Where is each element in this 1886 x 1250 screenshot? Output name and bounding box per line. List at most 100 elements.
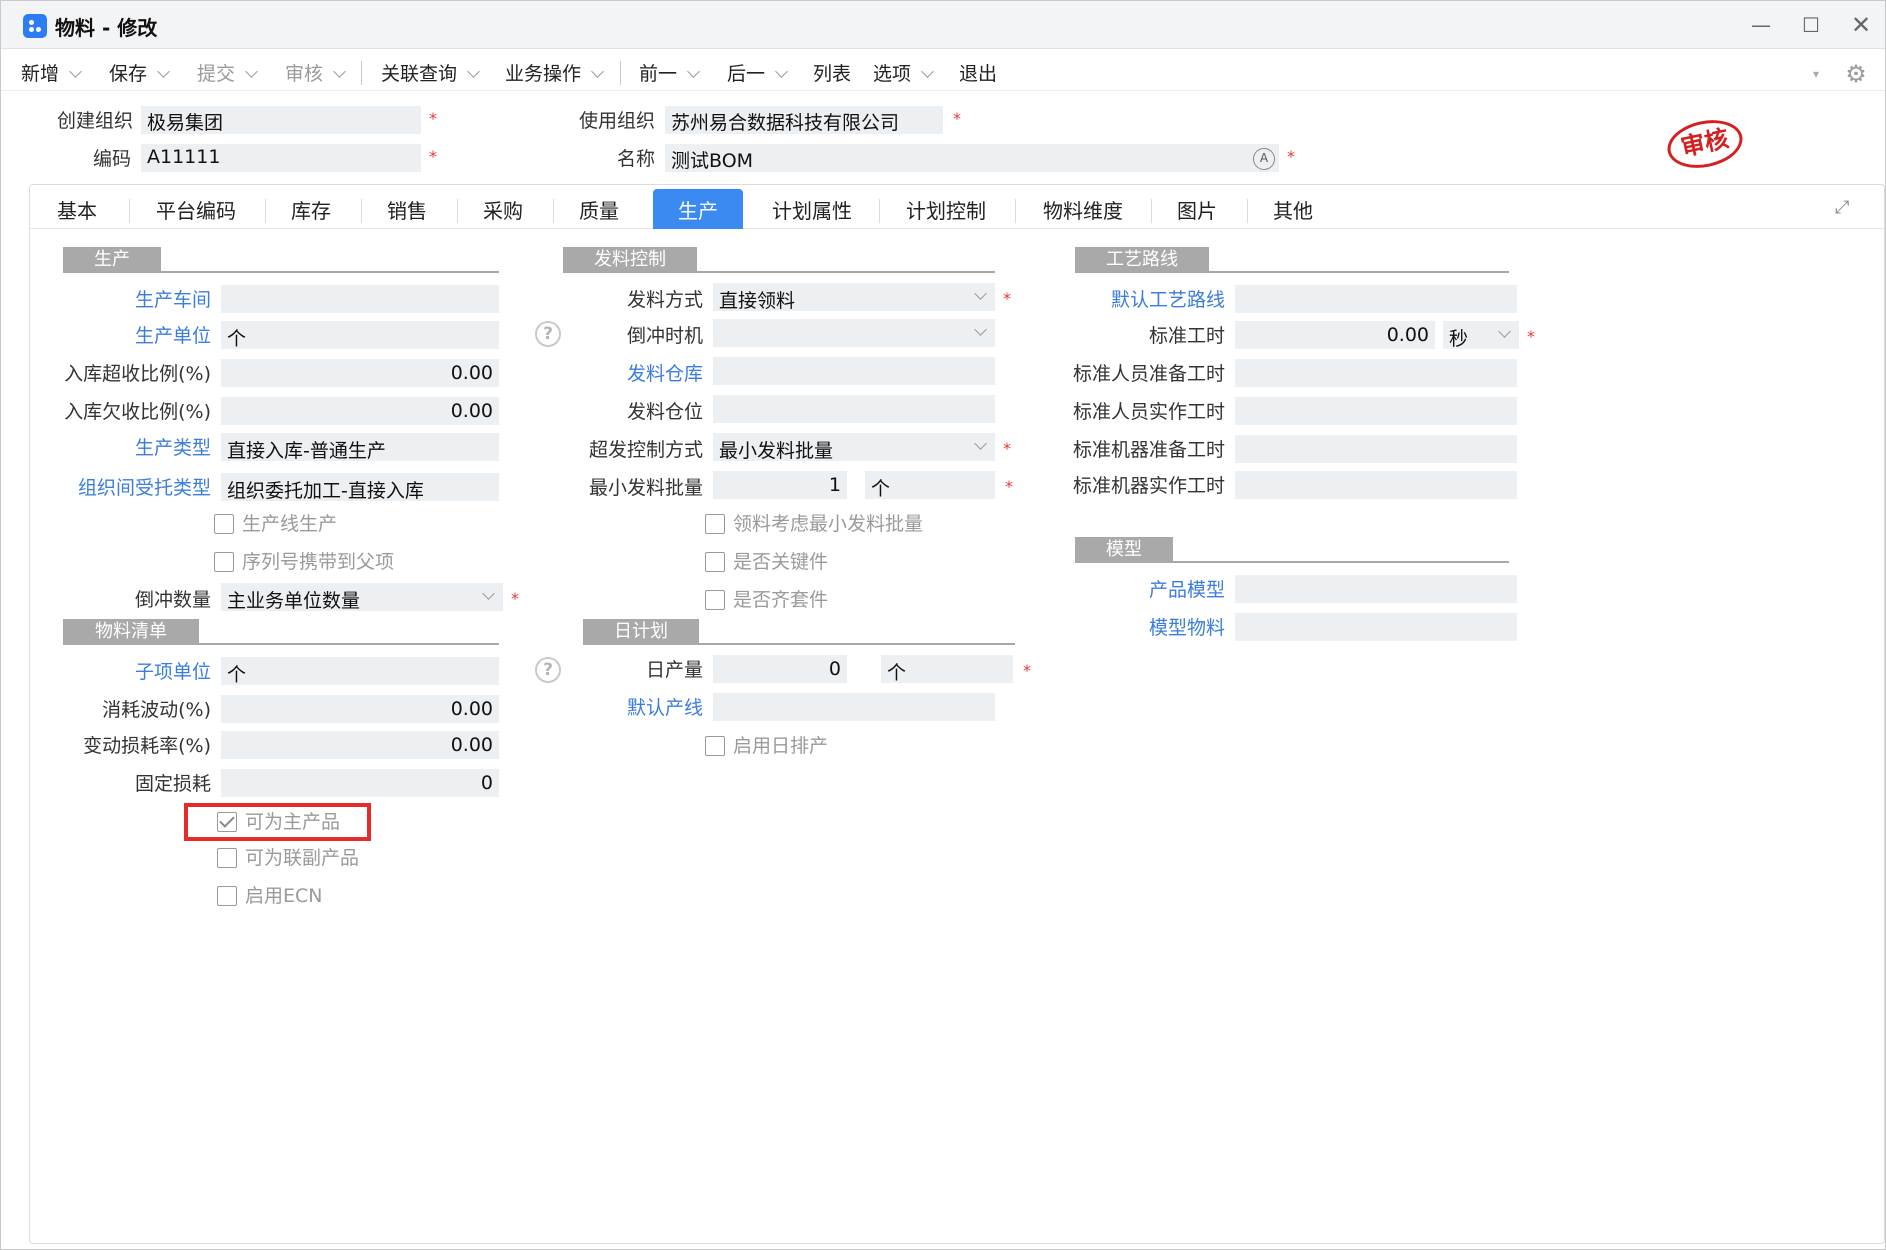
workshop-field[interactable]: [221, 285, 499, 313]
multilang-icon[interactable]: A: [1253, 148, 1275, 170]
checkbox-box[interactable]: [705, 736, 725, 756]
default-routing-label[interactable]: 默认工艺路线: [1061, 285, 1225, 312]
tab-inventory[interactable]: 库存: [277, 189, 345, 229]
close-button[interactable]: ✕: [1847, 11, 1875, 39]
serial-carry-checkbox[interactable]: 序列号携带到父项: [214, 547, 394, 574]
maximize-button[interactable]: ☐: [1797, 11, 1825, 39]
tab-quality[interactable]: 质量: [565, 189, 633, 229]
inter-org-type-field[interactable]: 组织委托加工-直接入库: [221, 473, 499, 501]
chevron-down-icon[interactable]: [333, 65, 346, 78]
tab-basic[interactable]: 基本: [45, 189, 109, 229]
inter-org-type-label[interactable]: 组织间受托类型: [41, 473, 211, 500]
backflush-time-select[interactable]: [713, 319, 995, 347]
standard-time-field[interactable]: 0.00: [1235, 321, 1435, 349]
backflush-qty-select[interactable]: 主业务单位数量: [221, 583, 503, 611]
issue-warehouse-label[interactable]: 发料仓库: [541, 359, 703, 386]
checkbox-box[interactable]: [214, 552, 234, 572]
use-org-field[interactable]: 苏州易合数据科技有限公司: [665, 106, 943, 134]
exit-button[interactable]: 退出: [959, 59, 997, 86]
chevron-down-icon[interactable]: [687, 65, 700, 78]
variable-loss-rate-field[interactable]: 0.00: [221, 731, 499, 759]
code-field[interactable]: A11111: [141, 144, 421, 172]
chevron-down-icon[interactable]: [974, 437, 987, 450]
chevron-down-icon[interactable]: [974, 323, 987, 336]
save-button[interactable]: 保存: [109, 59, 170, 86]
consider-min-batch-checkbox[interactable]: 领料考虑最小发料批量: [705, 509, 923, 536]
min-issue-batch-unit-field[interactable]: 个: [865, 471, 995, 499]
tab-other[interactable]: 其他: [1259, 189, 1327, 229]
default-line-field[interactable]: [713, 693, 995, 721]
std-labor-prep-field[interactable]: [1235, 359, 1517, 387]
chevron-down-icon[interactable]: [921, 65, 934, 78]
chevron-down-icon[interactable]: [69, 65, 82, 78]
name-field[interactable]: 测试BOM: [665, 144, 1279, 172]
sub-unit-label[interactable]: 子项单位: [41, 657, 211, 684]
tab-images[interactable]: 图片: [1163, 189, 1231, 229]
over-issue-method-select[interactable]: 最小发料批量: [713, 433, 995, 461]
chevron-down-icon[interactable]: [1498, 325, 1511, 338]
tab-platform-code[interactable]: 平台编码: [141, 189, 251, 229]
previous-button[interactable]: 前一: [639, 59, 700, 86]
enable-daily-schedule-checkbox[interactable]: 启用日排产: [705, 731, 828, 758]
related-query-button[interactable]: 关联查询: [381, 59, 480, 86]
checkbox-box[interactable]: [217, 886, 237, 906]
tab-material-dimension[interactable]: 物料维度: [1027, 189, 1139, 229]
tab-production[interactable]: 生产: [653, 189, 743, 229]
production-unit-field[interactable]: 个: [221, 321, 499, 349]
options-button[interactable]: 选项: [873, 59, 934, 86]
min-issue-batch-field[interactable]: 1: [713, 471, 847, 499]
checkbox-box[interactable]: [705, 514, 725, 534]
daily-output-field[interactable]: 0: [713, 655, 847, 683]
gear-icon[interactable]: ⚙: [1843, 61, 1869, 87]
checkbox-box[interactable]: [217, 848, 237, 868]
std-machine-prep-field[interactable]: [1235, 435, 1517, 463]
fixed-loss-field[interactable]: 0: [221, 769, 499, 797]
under-receipt-ratio-field[interactable]: 0.00: [221, 397, 499, 425]
tab-plan-attributes[interactable]: 计划属性: [757, 189, 867, 229]
issue-warehouse-field[interactable]: [713, 357, 995, 385]
checkbox-box[interactable]: [705, 590, 725, 610]
standard-time-unit-select[interactable]: 秒: [1443, 321, 1519, 349]
product-model-field[interactable]: [1235, 575, 1517, 603]
std-machine-actual-field[interactable]: [1235, 471, 1517, 499]
new-button[interactable]: 新增: [21, 59, 82, 86]
chevron-down-icon[interactable]: [482, 587, 495, 600]
checkbox-box[interactable]: [705, 552, 725, 572]
kit-part-checkbox[interactable]: 是否齐套件: [705, 585, 828, 612]
list-button[interactable]: 列表: [813, 59, 851, 86]
key-part-checkbox[interactable]: 是否关键件: [705, 547, 828, 574]
minimize-button[interactable]: —: [1747, 11, 1775, 39]
production-unit-label[interactable]: 生产单位: [41, 321, 211, 348]
model-material-label[interactable]: 模型物料: [1061, 613, 1225, 640]
collapse-toolbar-icon[interactable]: ▾: [1813, 67, 1823, 81]
production-type-field[interactable]: 直接入库-普通生产: [221, 433, 499, 461]
co-product-checkbox[interactable]: 可为联副产品: [217, 843, 359, 870]
chevron-down-icon[interactable]: [591, 65, 604, 78]
production-type-label[interactable]: 生产类型: [41, 433, 211, 460]
issue-method-select[interactable]: 直接领料: [713, 283, 995, 311]
create-org-field[interactable]: 极易集团: [141, 106, 421, 134]
workshop-label[interactable]: 生产车间: [41, 285, 211, 312]
model-material-field[interactable]: [1235, 613, 1517, 641]
chevron-down-icon[interactable]: [775, 65, 788, 78]
tab-plan-control[interactable]: 计划控制: [891, 189, 1001, 229]
fullscreen-icon[interactable]: ⤢: [1835, 197, 1857, 219]
daily-output-unit-field[interactable]: 个: [881, 655, 1013, 683]
next-button[interactable]: 后一: [727, 59, 788, 86]
audit-button[interactable]: 审核: [285, 59, 346, 86]
submit-button[interactable]: 提交: [197, 59, 258, 86]
checkbox-box[interactable]: [214, 514, 234, 534]
sub-unit-field[interactable]: 个: [221, 657, 499, 685]
chevron-down-icon[interactable]: [157, 65, 170, 78]
line-production-checkbox[interactable]: 生产线生产: [214, 509, 337, 536]
tab-purchase[interactable]: 采购: [469, 189, 537, 229]
std-labor-actual-field[interactable]: [1235, 397, 1517, 425]
tab-sales[interactable]: 销售: [373, 189, 441, 229]
chevron-down-icon[interactable]: [467, 65, 480, 78]
chevron-down-icon[interactable]: [974, 287, 987, 300]
product-model-label[interactable]: 产品模型: [1061, 575, 1225, 602]
enable-ecn-checkbox[interactable]: 启用ECN: [217, 881, 323, 908]
over-receipt-ratio-field[interactable]: 0.00: [221, 359, 499, 387]
consume-fluctuation-field[interactable]: 0.00: [221, 695, 499, 723]
default-routing-field[interactable]: [1235, 285, 1517, 313]
